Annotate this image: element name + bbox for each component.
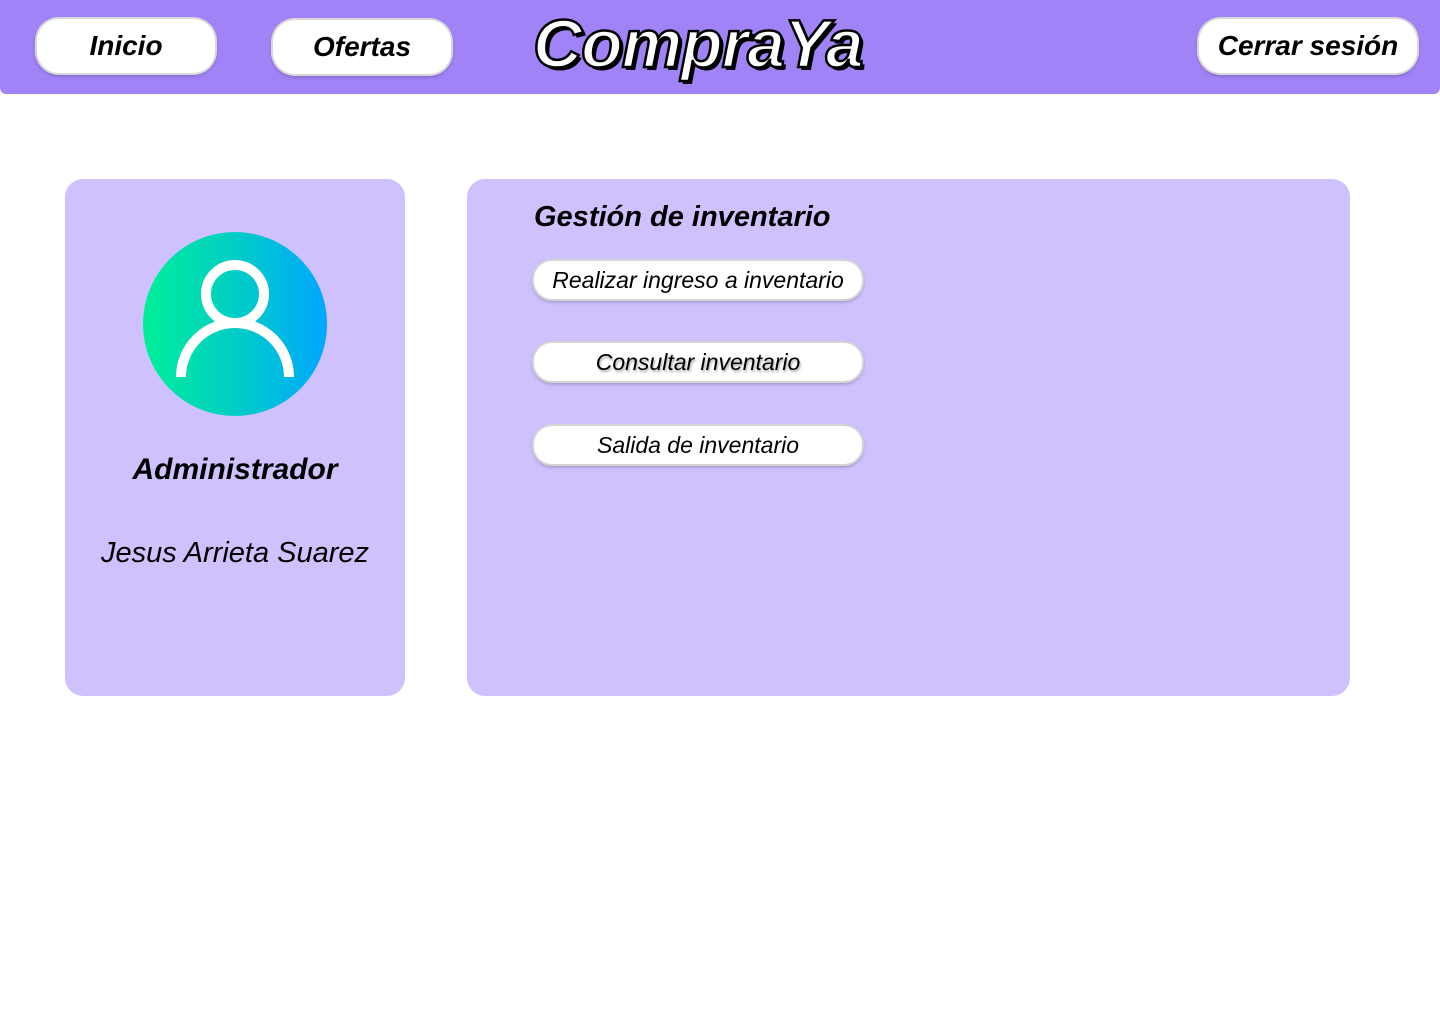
profile-card: Administrador Jesus Arrieta Suarez <box>65 179 405 696</box>
nav-inicio-label: Inicio <box>89 30 163 61</box>
inventory-exit-label: Salida de inventario <box>596 431 800 458</box>
user-role: Administrador <box>132 453 338 486</box>
inventory-entry-button[interactable]: Realizar ingreso a inventario <box>534 261 862 299</box>
inventory-query-button[interactable]: Consultar inventario <box>534 343 862 381</box>
panel-title: Gestión de inventario <box>534 201 831 233</box>
inventory-query-label: Consultar inventario <box>595 348 801 375</box>
avatar <box>143 232 327 416</box>
inventory-entry-label: Realizar ingreso a inventario <box>552 266 844 293</box>
user-icon <box>176 260 294 378</box>
nav-inicio-button[interactable]: Inicio <box>37 19 215 73</box>
inventory-exit-button[interactable]: Salida de inventario <box>534 426 862 464</box>
top-navigation-bar: Inicio Ofertas CompraYa Cerrar sesión <box>0 0 1440 94</box>
logout-button[interactable]: Cerrar sesión <box>1199 19 1417 73</box>
app-logo: CompraYa <box>532 5 865 84</box>
logout-label: Cerrar sesión <box>1217 30 1399 61</box>
user-name: Jesus Arrieta Suarez <box>100 537 370 569</box>
nav-ofertas-label: Ofertas <box>312 31 412 62</box>
nav-ofertas-button[interactable]: Ofertas <box>273 20 451 74</box>
inventory-management-panel: Gestión de inventario Realizar ingreso a… <box>467 179 1350 696</box>
